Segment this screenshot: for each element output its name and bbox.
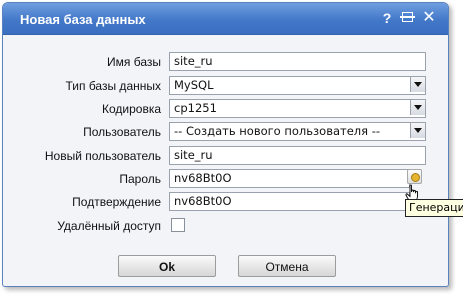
new-user-label: Новый пользователь	[44, 149, 161, 163]
chevron-down-icon[interactable]	[410, 100, 425, 115]
db-name-input[interactable]: site_ru	[169, 52, 426, 71]
remote-access-label: Удалённый доступ	[57, 219, 161, 233]
row-encoding: Кодировка cp1251	[3, 99, 443, 119]
user-select[interactable]: -- Создать нового пользователя --	[169, 122, 426, 141]
confirm-label: Подтверждение	[72, 195, 161, 209]
remote-access-checkbox[interactable]	[171, 218, 185, 232]
user-label: Пользователь	[83, 125, 161, 139]
ok-button[interactable]: Ok	[118, 255, 216, 277]
db-name-label: Имя базы	[107, 55, 161, 69]
row-new-user: Новый пользователь site_ru	[3, 146, 443, 166]
generate-tooltip: Генерация	[405, 199, 463, 217]
encoding-value: cp1251	[174, 101, 217, 115]
row-confirm: Подтверждение nv68Bt0O	[3, 192, 443, 212]
row-db-name: Имя базы site_ru	[3, 52, 443, 72]
row-password: Пароль nv68Bt0O	[3, 169, 443, 189]
row-remote-access: Удалённый доступ	[3, 216, 443, 236]
new-database-dialog: Новая база данных ? ✕ Имя базы site_ru Т…	[2, 2, 449, 287]
db-type-value: MySQL	[174, 78, 214, 92]
password-input[interactable]: nv68Bt0O	[169, 169, 410, 188]
title-bar[interactable]: Новая база данных ? ✕	[3, 3, 448, 35]
dialog-title: Новая база данных	[20, 12, 146, 27]
db-type-label: Тип базы данных	[65, 79, 162, 93]
row-db-type: Тип базы данных MySQL	[3, 76, 443, 96]
db-type-select[interactable]: MySQL	[169, 76, 426, 95]
chevron-down-icon[interactable]	[410, 123, 425, 138]
password-label: Пароль	[119, 172, 161, 186]
chevron-down-icon[interactable]	[410, 77, 425, 92]
confirm-password-input[interactable]: nv68Bt0O	[169, 192, 410, 211]
encoding-label: Кодировка	[101, 102, 161, 116]
user-value: -- Создать нового пользователя --	[174, 124, 381, 138]
cancel-button[interactable]: Отмена	[238, 255, 336, 277]
close-icon[interactable]: ✕	[421, 9, 437, 27]
row-user: Пользователь -- Создать нового пользоват…	[3, 122, 443, 142]
encoding-select[interactable]: cp1251	[169, 99, 426, 118]
new-user-input[interactable]: site_ru	[169, 146, 426, 165]
maximize-icon[interactable]	[400, 9, 416, 27]
generate-password-button[interactable]	[407, 169, 422, 184]
help-icon[interactable]: ?	[379, 9, 395, 27]
